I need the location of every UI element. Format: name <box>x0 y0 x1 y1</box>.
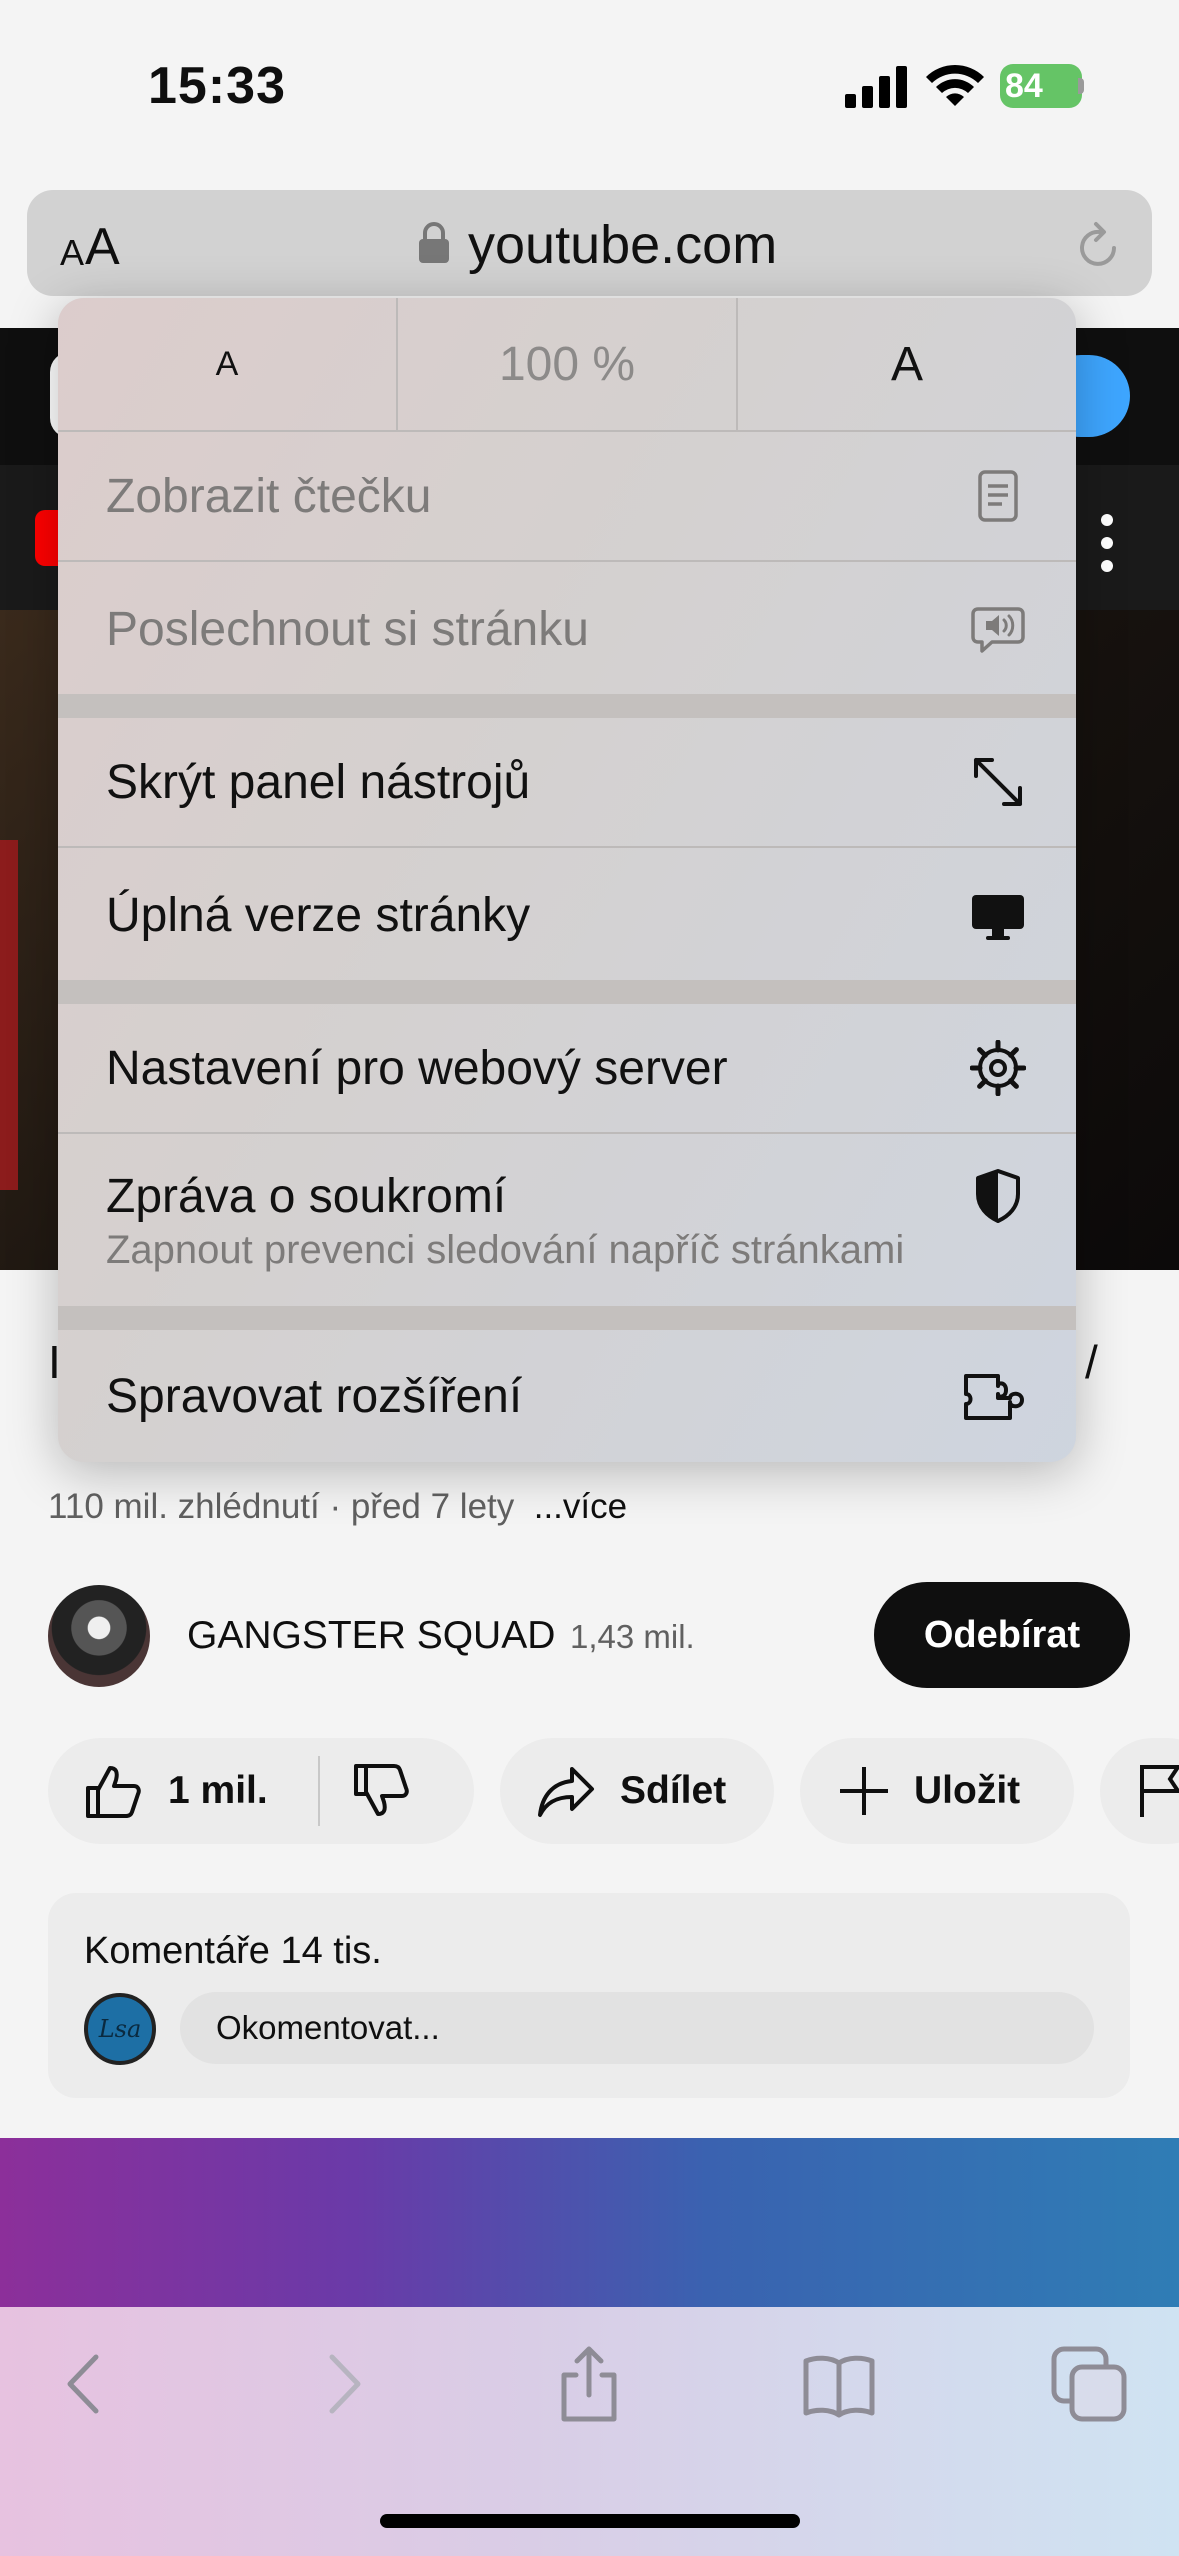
menu-item-desktop-site[interactable]: Úplná verze stránky <box>58 850 1076 980</box>
video-title-fragment-right: / <box>1085 1336 1098 1388</box>
menu-item-hide-toolbar[interactable]: Skrýt panel nástrojů <box>58 718 1076 848</box>
share-arrow-icon <box>538 1767 594 1817</box>
like-dislike-group: 1 mil. <box>48 1738 474 1844</box>
zoom-in-button[interactable]: A <box>736 298 1076 430</box>
menu-item-label: Úplná verze stránky <box>106 888 531 942</box>
menu-group-separator <box>58 980 1076 1004</box>
extension-icon <box>964 1374 1024 1420</box>
menu-item-website-settings[interactable]: Nastavení pro webový server <box>58 1004 1076 1134</box>
menu-item-label: Skrýt panel nástrojů <box>106 755 531 809</box>
desktop-icon <box>972 895 1024 940</box>
battery-cap <box>1078 78 1084 94</box>
save-label: Uložit <box>914 1769 1021 1812</box>
text-size-small-glyph[interactable]: A <box>60 232 84 274</box>
tabs-icon[interactable] <box>1050 2345 1128 2423</box>
share-label: Sdílet <box>620 1769 727 1812</box>
flag-icon <box>1140 1765 1179 1817</box>
like-divider <box>318 1756 320 1826</box>
bookmarks-icon[interactable] <box>800 2345 878 2423</box>
report-button[interactable] <box>1100 1738 1179 1844</box>
forward-icon[interactable] <box>302 2345 380 2423</box>
subscribe-button[interactable]: Odebírat <box>874 1582 1130 1688</box>
subscriber-count: 1,43 mil. <box>570 1618 695 1655</box>
plus-icon <box>840 1767 888 1815</box>
menu-item-label: Zpráva o soukromí <box>106 1170 507 1223</box>
gear-icon <box>970 1040 1026 1096</box>
channel-avatar[interactable] <box>48 1585 150 1687</box>
cellular-signal-icon <box>845 66 907 108</box>
save-button[interactable]: Uložit <box>800 1738 1074 1844</box>
battery-icon: 84 <box>1000 64 1082 108</box>
menu-item-label: Nastavení pro webový server <box>106 1041 728 1095</box>
home-indicator[interactable] <box>380 2514 800 2528</box>
video-meta: 110 mil. zhlédnutí · před 7 lety ...více <box>48 1487 627 1527</box>
zoom-level: 100 % <box>498 337 636 391</box>
zoom-level-button[interactable]: 100 % <box>396 298 736 430</box>
zoom-out-label: A <box>215 344 239 383</box>
page-settings-menu: A 100 % A Zobrazit čtečku Poslechnout si… <box>58 298 1076 1462</box>
menu-item-reader[interactable]: Zobrazit čtečku <box>58 432 1076 562</box>
more-link[interactable]: ...více <box>534 1487 627 1526</box>
share-icon[interactable] <box>550 2345 628 2423</box>
promo-banner[interactable] <box>0 2138 1179 2308</box>
more-vertical-icon[interactable] <box>1100 508 1114 578</box>
wifi-icon <box>926 64 984 106</box>
speaker-bubble-icon <box>971 607 1025 653</box>
menu-item-privacy-report[interactable]: Zpráva o soukromí Zapnout prevenci sledo… <box>58 1136 1076 1306</box>
back-icon[interactable] <box>48 2345 126 2423</box>
channel-name[interactable]: GANGSTER SQUAD <box>187 1614 555 1658</box>
menu-item-listen[interactable]: Poslechnout si stránku <box>58 564 1076 694</box>
menu-item-extensions[interactable]: Spravovat rozšíření <box>58 1330 1076 1462</box>
zoom-in-label: A <box>890 337 923 391</box>
url-text[interactable]: youtube.com <box>468 214 777 276</box>
like-count[interactable]: 1 mil. <box>168 1769 268 1813</box>
menu-item-label: Spravovat rozšíření <box>106 1369 523 1423</box>
battery-level: 84 <box>1005 67 1043 105</box>
menu-item-label: Zobrazit čtečku <box>106 469 432 523</box>
video-frame-detail <box>0 840 18 1190</box>
zoom-controls: A 100 % A <box>58 298 1076 432</box>
user-avatar: Lsa <box>84 1993 156 2065</box>
comments-title[interactable]: Komentáře 14 tis. <box>84 1930 382 1973</box>
menu-group-separator <box>58 694 1076 718</box>
zoom-out-button[interactable]: A <box>58 298 396 430</box>
reader-icon <box>978 470 1018 522</box>
text-size-large-glyph[interactable]: A <box>85 217 120 277</box>
shield-icon <box>976 1169 1020 1223</box>
menu-group-separator <box>58 1306 1076 1330</box>
lock-icon <box>419 222 449 263</box>
views-and-date: 110 mil. zhlédnutí · před 7 lety <box>48 1487 515 1526</box>
privacy-report-text: Zpráva o soukromí Zapnout prevenci sledo… <box>106 1169 904 1273</box>
resize-arrows-icon <box>974 758 1022 806</box>
share-button[interactable]: Sdílet <box>500 1738 774 1844</box>
comment-input[interactable]: Okomentovat... <box>180 1992 1094 2064</box>
menu-item-label: Poslechnout si stránku <box>106 602 589 656</box>
reload-icon[interactable] <box>1070 220 1126 276</box>
menu-item-sublabel: Zapnout prevenci sledování napříč stránk… <box>106 1228 905 1272</box>
status-time: 15:33 <box>148 57 286 115</box>
thumbs-down-icon[interactable] <box>352 1762 410 1820</box>
thumbs-up-icon[interactable] <box>84 1762 142 1820</box>
